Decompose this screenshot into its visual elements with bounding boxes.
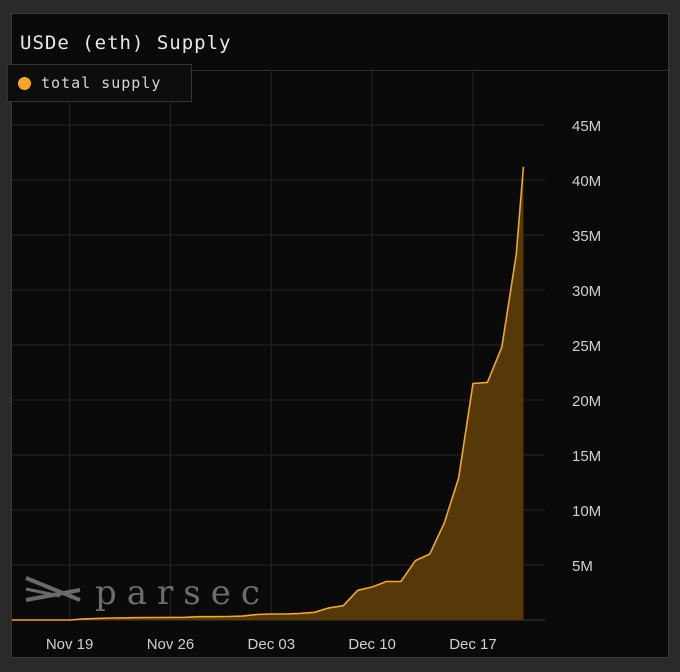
x-tick-label: Nov 19 xyxy=(46,636,94,653)
watermark-text: parsec xyxy=(95,573,270,613)
parsec-watermark: parsec xyxy=(25,573,270,613)
y-tick-label: 20M xyxy=(572,393,601,410)
x-tick-label: Dec 17 xyxy=(449,636,497,653)
y-tick-label: 15M xyxy=(572,448,601,465)
parsec-logo-icon xyxy=(25,576,81,602)
y-tick-label: 25M xyxy=(572,338,601,355)
y-tick-label: 30M xyxy=(572,283,601,300)
legend-label: total supply xyxy=(41,74,162,92)
legend[interactable]: total supply xyxy=(7,64,192,102)
x-tick-label: Dec 03 xyxy=(248,636,296,653)
x-tick-label: Dec 10 xyxy=(348,636,396,653)
y-tick-label: 5M xyxy=(572,558,593,575)
legend-dot-icon xyxy=(18,77,31,90)
y-tick-label: 10M xyxy=(572,503,601,520)
y-tick-label: 35M xyxy=(572,228,601,245)
y-tick-label: 40M xyxy=(572,173,601,190)
x-tick-label: Nov 26 xyxy=(147,636,195,653)
y-tick-label: 45M xyxy=(572,118,601,135)
